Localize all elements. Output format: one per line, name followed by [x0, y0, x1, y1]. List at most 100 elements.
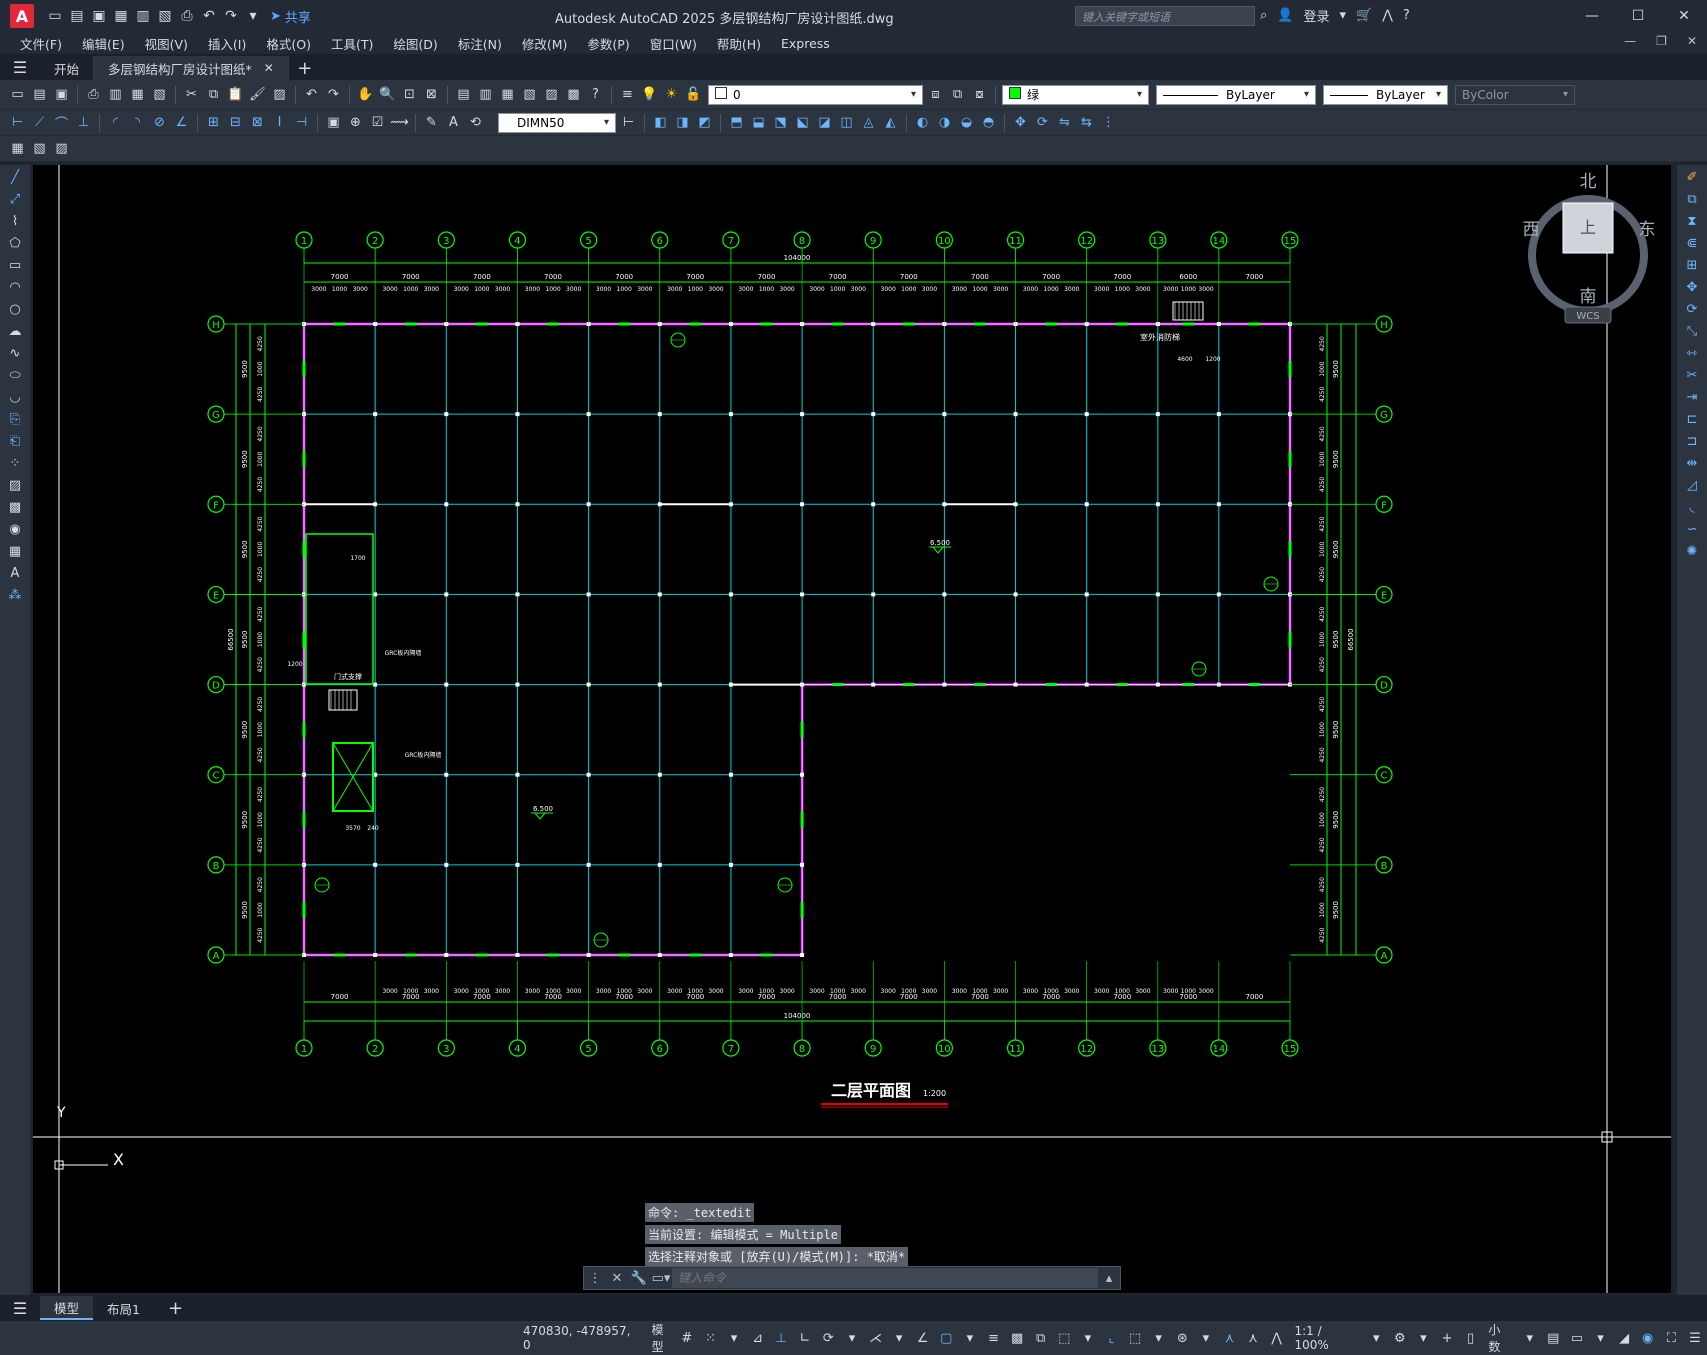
minimize-icon[interactable]: — — [1569, 0, 1615, 32]
doc-close-icon[interactable]: ✕ — [1687, 34, 1697, 48]
gear-icon[interactable]: ⚙ — [1390, 1328, 1410, 1348]
extrude-icon[interactable]: ⬒ — [727, 113, 746, 132]
center-mark-icon[interactable]: ⊕ — [346, 113, 365, 132]
dim-text-edit-icon[interactable]: A — [444, 113, 463, 132]
isolate-icon[interactable]: ◢ — [1614, 1328, 1634, 1348]
drawing-title[interactable]: 二层平面图 — [831, 1081, 911, 1100]
infer-constraints-icon[interactable]: ⊿ — [748, 1328, 768, 1348]
ordinate-icon[interactable]: ⊥ — [74, 113, 93, 132]
command-input[interactable] — [672, 1268, 1098, 1288]
scale-icon[interactable]: ⤡ — [1681, 321, 1703, 341]
dim-break-icon[interactable]: ⊣ — [292, 113, 311, 132]
box-icon[interactable]: ◧ — [651, 113, 670, 132]
explode-icon[interactable]: ✺ — [1681, 541, 1703, 561]
diameter-icon[interactable]: ⊘ — [150, 113, 169, 132]
tab-drawing[interactable]: 多层钢结构厂房设计图纸* ✕ — [94, 56, 289, 80]
search-input[interactable]: 键入关键字或短语 — [1075, 6, 1255, 26]
chevron-down-icon[interactable]: ▾ — [724, 1328, 744, 1348]
object-snap-icon[interactable]: ▢ — [937, 1328, 957, 1348]
menu-icon[interactable]: ☰ — [0, 1296, 40, 1320]
chevron-down-icon[interactable]: ▾ — [1520, 1328, 1540, 1348]
dim-space-icon[interactable]: Ⅰ — [270, 113, 289, 132]
save-icon[interactable]: ▣ — [52, 85, 71, 104]
close-icon[interactable]: ✕ — [1661, 0, 1707, 32]
dim-edit-icon[interactable]: ✎ — [422, 113, 441, 132]
doc-minimize-icon[interactable]: — — [1624, 34, 1636, 48]
dim-style-dropdown[interactable]: DIMN50 ▾ — [498, 112, 616, 133]
move-icon[interactable]: ✥ — [1681, 277, 1703, 297]
angular-icon[interactable]: ∠ — [172, 113, 191, 132]
gizmo-icon[interactable]: ⊛ — [1172, 1328, 1192, 1348]
doc-restore-icon[interactable]: ❐ — [1656, 34, 1667, 48]
union-icon[interactable]: ◫ — [837, 113, 856, 132]
menu-express[interactable]: Express — [771, 36, 840, 51]
app-logo[interactable]: A — [10, 4, 34, 28]
extend-icon[interactable]: ⇥ — [1681, 387, 1703, 407]
chevron-down-icon[interactable]: ▾ — [1149, 1328, 1169, 1348]
linetype-dropdown[interactable]: ByLayer ▾ — [1156, 84, 1316, 105]
revolve-icon[interactable]: ⬕ — [793, 113, 812, 132]
copy-icon[interactable]: ⧉ — [204, 85, 223, 104]
break-point-icon[interactable]: ⊏ — [1681, 409, 1703, 429]
revision-cloud-icon[interactable]: ☁ — [4, 321, 26, 341]
ellipse-arc-icon[interactable]: ◡ — [4, 387, 26, 407]
properties-icon[interactable]: ▤ — [454, 85, 473, 104]
close-icon[interactable]: ✕ — [606, 1271, 628, 1286]
chevron-down-icon[interactable]: ▾ — [1366, 1328, 1386, 1348]
new-tab-icon[interactable]: + — [289, 56, 321, 80]
viewcube-east[interactable]: 东 — [1639, 220, 1656, 240]
erase-icon[interactable]: ✐ — [1681, 167, 1703, 187]
mirror-icon[interactable]: ⧗ — [1681, 211, 1703, 231]
slice-icon[interactable]: ◒ — [957, 113, 976, 132]
auto-scale-icon[interactable]: ⋏ — [1243, 1328, 1263, 1348]
share-button[interactable]: ➤ 共享 — [270, 7, 311, 26]
design-center-icon[interactable]: ▥ — [476, 85, 495, 104]
block-editor-icon[interactable]: ▨ — [270, 85, 289, 104]
coordinate-readout[interactable]: 470830, -478957, 0 — [523, 1324, 639, 1352]
3d-osnap-icon[interactable]: ⬚ — [1055, 1328, 1075, 1348]
title-block-icon[interactable]: ▨ — [52, 139, 71, 158]
selection-cycling-icon[interactable]: ⧉ — [1031, 1328, 1051, 1348]
wedge-icon[interactable]: ◨ — [673, 113, 692, 132]
cart-icon[interactable]: 🛒 — [1356, 8, 1372, 23]
annotation-scale[interactable]: 1:1 / 100% — [1294, 1324, 1358, 1352]
tab-start[interactable]: 开始 — [40, 56, 95, 80]
login-label[interactable]: 登录 — [1303, 6, 1329, 25]
intersect-icon[interactable]: ◭ — [881, 113, 900, 132]
open-file-icon[interactable]: ▤ — [68, 7, 86, 25]
join-icon[interactable]: ⇹ — [1681, 453, 1703, 473]
menu-dimension[interactable]: 标注(N) — [448, 34, 512, 53]
align-3d-icon[interactable]: ⇋ — [1055, 113, 1074, 132]
paste-icon[interactable]: 📋 — [226, 85, 245, 104]
insert-block-icon[interactable]: ⎘ — [4, 409, 26, 429]
model-space-button[interactable]: 模型 — [651, 1321, 675, 1355]
stretch-icon[interactable]: ⇿ — [1681, 343, 1703, 363]
layer-dropdown[interactable]: 0 ▾ — [708, 84, 923, 105]
fillet-icon[interactable]: ◟ — [1681, 497, 1703, 517]
shell-icon[interactable]: ◓ — [979, 113, 998, 132]
plotstyle-dropdown[interactable]: ByColor ▾ — [1455, 84, 1575, 105]
sweep-icon[interactable]: ⬔ — [771, 113, 790, 132]
viewcube-west[interactable]: 西 — [1523, 220, 1540, 240]
quick-dim-icon[interactable]: ⊞ — [204, 113, 223, 132]
maximize-icon[interactable]: ☐ — [1615, 0, 1661, 32]
undo-icon[interactable]: ↶ — [200, 7, 218, 25]
line-icon[interactable]: ╱ — [4, 167, 26, 187]
layer-lock-icon[interactable]: 🔓 — [684, 85, 703, 104]
preview-icon[interactable]: ▥ — [106, 85, 125, 104]
zoom-previous-icon[interactable]: ⊠ — [422, 85, 441, 104]
customize-icon[interactable]: ☰ — [1685, 1328, 1705, 1348]
add-selected-icon[interactable]: ⁂ — [4, 585, 26, 605]
trim-icon[interactable]: ✂ — [1681, 365, 1703, 385]
mirror-3d-icon[interactable]: ⇆ — [1077, 113, 1096, 132]
export-icon[interactable]: ▧ — [156, 7, 174, 25]
publish-icon[interactable]: ▥ — [134, 7, 152, 25]
layer-freeze-icon[interactable]: ☀ — [662, 85, 681, 104]
viewcube[interactable]: 上 北 南 东 西 WCS — [1523, 172, 1656, 324]
loft-icon[interactable]: ◪ — [815, 113, 834, 132]
customize-icon[interactable]: 🔧 — [628, 1271, 650, 1286]
customize-dropdown-icon[interactable]: ▾ — [244, 7, 262, 25]
layout-icon[interactable]: ▦ — [8, 139, 27, 158]
construction-line-icon[interactable]: ⤢ — [4, 189, 26, 209]
arc-length-icon[interactable]: ⌒ — [52, 113, 71, 132]
